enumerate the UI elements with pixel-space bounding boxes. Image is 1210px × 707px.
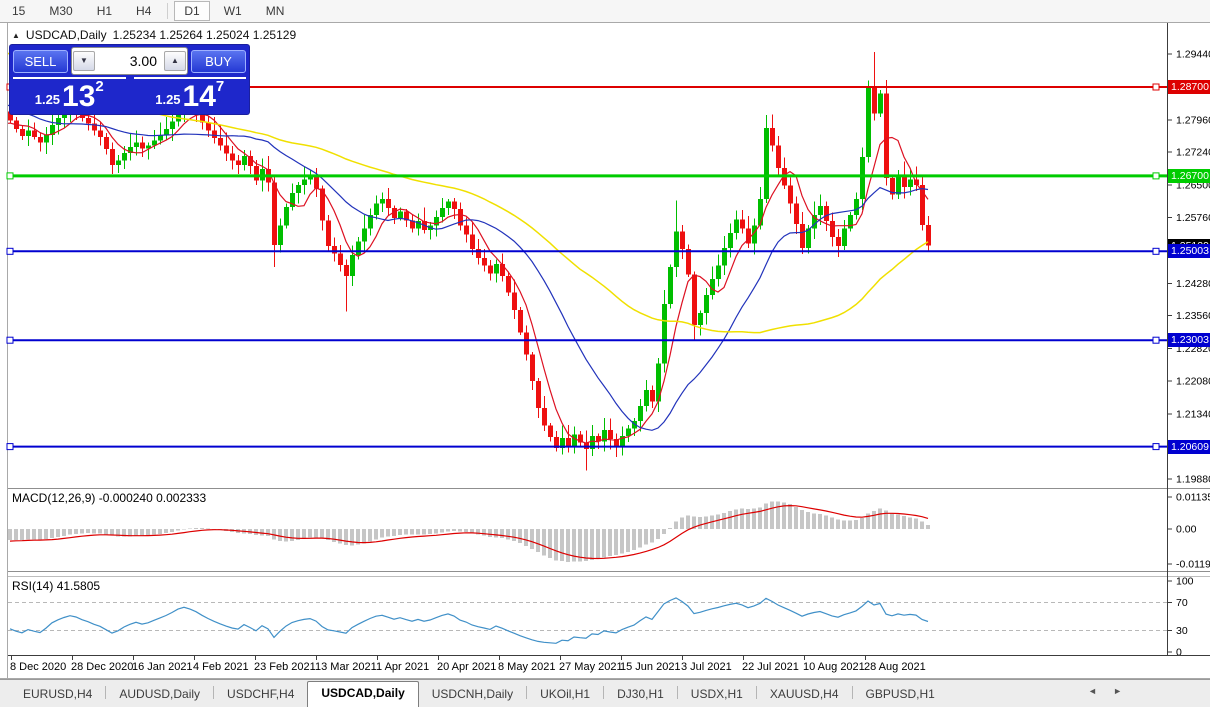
level-price-tag-1.26700: 1.26700 (1168, 169, 1210, 183)
date-tick-label: 13 Mar 2021 (315, 661, 377, 673)
tab-usdcnh-daily[interactable]: USDCNH,Daily (419, 683, 526, 707)
rsi-value: 41.5805 (56, 579, 101, 593)
volume-input[interactable]: 3.00 (95, 53, 164, 69)
rsi-indicator-label: RSI(14) 41.5805 (12, 579, 100, 593)
macd-axis-label: 0.01135 (1176, 492, 1210, 504)
one-click-trading-panel: SELL ▼ 3.00 ▲ BUY 1.25 13 2 1.25 14 7 (10, 45, 249, 114)
level-price-tag-1.28700: 1.28700 (1168, 80, 1210, 94)
price-tick-label: 1.27240 (1176, 146, 1210, 158)
trade-panel-controls: SELL ▼ 3.00 ▲ BUY (13, 47, 246, 75)
line-handle[interactable] (1152, 336, 1160, 344)
tab-xauusd-h4[interactable]: XAUUSD,H4 (757, 683, 852, 707)
date-tick-label: 10 Aug 2021 (803, 661, 865, 673)
level-price-tag-1.23003: 1.23003 (1168, 333, 1210, 347)
macd-axis-label: 0.00 (1176, 524, 1197, 536)
chart-ohlc-values: 1.25234 1.25264 1.25024 1.25129 (112, 28, 297, 42)
macd-name: MACD(12,26,9) (12, 491, 96, 505)
macd-axis-label: -0.01190 (1176, 559, 1210, 571)
date-tick-label: 3 Jul 2021 (681, 661, 732, 673)
line-handle[interactable] (1152, 443, 1160, 451)
chart-title: ▲ USDCAD,Daily 1.25234 1.25264 1.25024 1… (12, 28, 296, 42)
price-tick-label: 1.21340 (1176, 409, 1210, 421)
buy-price-big: 14 (182, 80, 216, 113)
date-tick-label: 8 May 2021 (498, 661, 555, 673)
rsi-axis-label: 100 (1176, 576, 1194, 588)
buy-price-display[interactable]: 1.25 14 7 (133, 77, 246, 113)
macd-histogram (8, 501, 930, 562)
tab-usdx-h1[interactable]: USDX,H1 (678, 683, 756, 707)
rsi-axis-label: 0 (1176, 647, 1182, 659)
rsi-name: RSI(14) (12, 579, 54, 593)
price-tick-label: 1.22080 (1176, 376, 1210, 388)
price-tick-label: 1.25760 (1176, 212, 1210, 224)
date-tick-label: 16 Jan 2021 (132, 661, 193, 673)
date-tick-label: 27 May 2021 (559, 661, 623, 673)
line-handle[interactable] (6, 172, 14, 180)
macd-values: -0.000240 0.002333 (98, 491, 207, 505)
date-tick-label: 28 Aug 2021 (864, 661, 926, 673)
price-tick-label: 1.27960 (1176, 114, 1210, 126)
trade-panel-prices: 1.25 13 2 1.25 14 7 (13, 77, 246, 113)
tab-audusd-daily[interactable]: AUDUSD,Daily (106, 683, 213, 707)
price-tick-label: 1.29440 (1176, 49, 1210, 61)
sell-button[interactable]: SELL (13, 49, 68, 73)
volume-spinner: ▼ 3.00 ▲ (71, 47, 188, 75)
tab-dj30-h1[interactable]: DJ30,H1 (604, 683, 677, 707)
tab-usdcad-daily[interactable]: USDCAD,Daily (307, 681, 419, 707)
rsi-axis-label: 70 (1176, 597, 1188, 609)
tab-scroll-right-icon[interactable]: ► (1113, 686, 1122, 696)
line-handle[interactable] (1152, 172, 1160, 180)
date-tick-label: 20 Apr 2021 (437, 661, 496, 673)
line-handle[interactable] (6, 443, 14, 451)
date-tick-label: 4 Feb 2021 (193, 661, 249, 673)
chart-symbol-label: USDCAD,Daily (25, 28, 107, 42)
rsi-axis-label: 30 (1176, 625, 1188, 637)
tab-gbpusd-h1[interactable]: GBPUSD,H1 (853, 683, 948, 707)
collapse-chart-icon[interactable]: ▲ (12, 31, 20, 40)
buy-button[interactable]: BUY (191, 49, 246, 73)
tab-usdchf-h4[interactable]: USDCHF,H4 (214, 683, 307, 707)
sell-price-prefix: 1.25 (34, 92, 61, 107)
line-handle[interactable] (1152, 83, 1160, 91)
tab-eurusd-h4[interactable]: EURUSD,H4 (10, 683, 105, 707)
line-handle[interactable] (6, 247, 14, 255)
line-handle[interactable] (1152, 247, 1160, 255)
volume-decrease-button[interactable]: ▼ (73, 51, 95, 71)
date-tick-label: 8 Dec 2020 (10, 661, 66, 673)
candlestick-series (8, 51, 931, 471)
sell-price-display[interactable]: 1.25 13 2 (13, 77, 126, 113)
date-tick-label: 22 Jul 2021 (742, 661, 799, 673)
level-price-tag-1.25003: 1.25003 (1168, 244, 1210, 258)
tab-ukoil-h1[interactable]: UKOil,H1 (527, 683, 603, 707)
date-tick-label: 23 Feb 2021 (254, 661, 316, 673)
sell-price-big: 13 (62, 80, 96, 113)
price-tick-label: 1.24280 (1176, 278, 1210, 290)
chart-tabs-bar: EURUSD,H4 AUDUSD,Daily USDCHF,H4 USDCAD,Dai… (0, 679, 1210, 707)
volume-increase-button[interactable]: ▲ (164, 51, 186, 71)
sell-price-pip: 2 (95, 78, 104, 95)
tab-scroll-arrows: ◄ ► (1088, 686, 1122, 696)
fast-ma-line (8, 113, 929, 444)
date-tick-label: 15 Jun 2021 (620, 661, 681, 673)
macd-indicator-label: MACD(12,26,9) -0.000240 0.002333 (12, 491, 206, 505)
date-tick-label: 28 Dec 2020 (71, 661, 133, 673)
rsi-line (9, 597, 929, 644)
level-price-tag-1.20609: 1.20609 (1168, 440, 1210, 454)
buy-price-pip: 7 (215, 78, 225, 95)
tab-scroll-left-icon[interactable]: ◄ (1088, 686, 1097, 696)
price-tick-label: 1.23560 (1176, 310, 1210, 322)
metatrader-app: 15M30H1H4D1W1MN 1.294401.279601.272401.2… (0, 0, 1210, 707)
date-tick-label: 1 Apr 2021 (376, 661, 429, 673)
line-handle[interactable] (6, 336, 14, 344)
buy-price-prefix: 1.25 (155, 92, 181, 107)
price-tick-label: 1.19880 (1176, 473, 1210, 485)
